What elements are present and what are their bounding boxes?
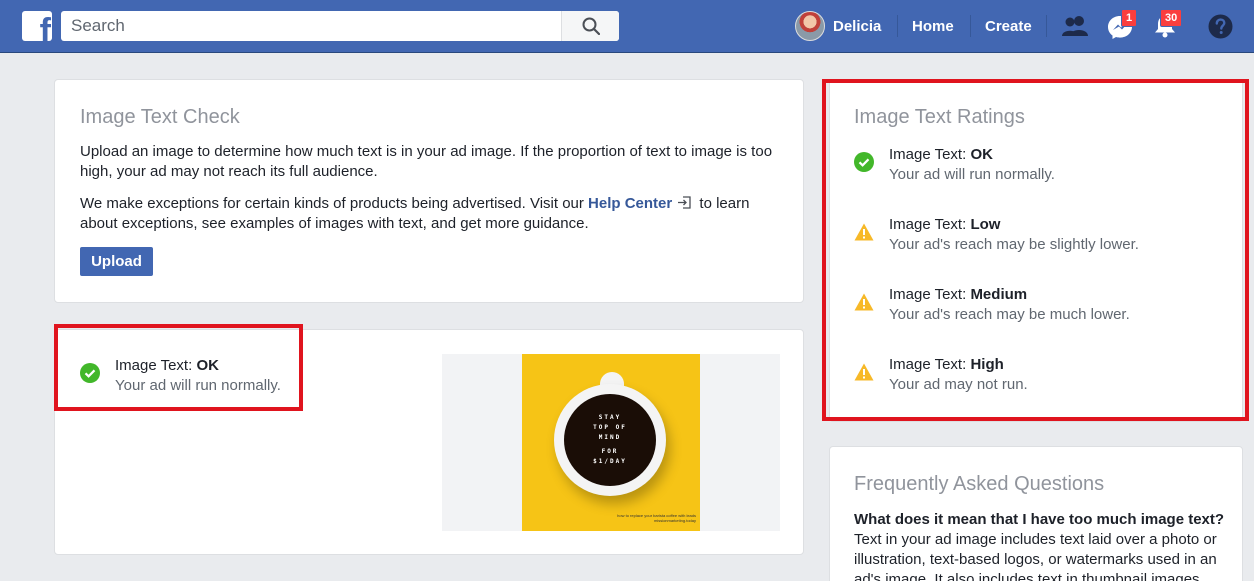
intro-paragraph: Upload an image to determine how much te…: [80, 143, 773, 180]
friend-requests-icon[interactable]: [1061, 14, 1089, 38]
card-title: Frequently Asked Questions: [854, 473, 1105, 495]
messenger-badge: 1: [1121, 9, 1138, 27]
search-button[interactable]: [561, 11, 619, 41]
ad-image: STAY TOP OF MIND FOR $1/DAY how to repla…: [522, 354, 700, 531]
faq-question[interactable]: What does it mean that I have too much i…: [854, 511, 1224, 528]
top-navigation-bar: f Delicia Home Create 1 30: [0, 0, 1254, 53]
search-box: [61, 11, 619, 41]
highlight-box: [54, 324, 303, 411]
profile-name-link[interactable]: Delicia: [833, 18, 881, 35]
faq-card: Frequently Asked Questions What does it …: [829, 446, 1243, 581]
avatar[interactable]: [795, 11, 825, 41]
facebook-logo-icon[interactable]: f: [22, 11, 52, 41]
help-center-link[interactable]: Help Center: [588, 195, 672, 212]
divider: [970, 15, 971, 37]
home-link[interactable]: Home: [912, 18, 954, 35]
upload-button[interactable]: Upload: [80, 247, 153, 276]
card-title: Image Text Check: [80, 106, 240, 128]
notifications-badge: 30: [1160, 9, 1183, 27]
image-caption: how to replace your barista coffee with …: [617, 513, 696, 523]
exceptions-paragraph: We make exceptions for certain kinds of …: [80, 195, 750, 232]
create-link[interactable]: Create: [985, 18, 1032, 35]
search-icon: [582, 17, 600, 35]
divider: [897, 15, 898, 37]
external-link-icon[interactable]: [677, 196, 693, 209]
coffee-cup-text: STAY TOP OF MIND FOR $1/DAY: [564, 394, 656, 486]
uploaded-image-preview: STAY TOP OF MIND FOR $1/DAY how to repla…: [442, 354, 780, 531]
help-icon[interactable]: [1208, 14, 1233, 39]
image-text-check-card: Image Text Check Upload an image to dete…: [54, 79, 804, 303]
faq-answer: Text in your ad image includes text laid…: [854, 531, 1217, 581]
divider: [1046, 15, 1047, 37]
highlight-box: [822, 79, 1249, 421]
search-input[interactable]: [61, 11, 561, 41]
